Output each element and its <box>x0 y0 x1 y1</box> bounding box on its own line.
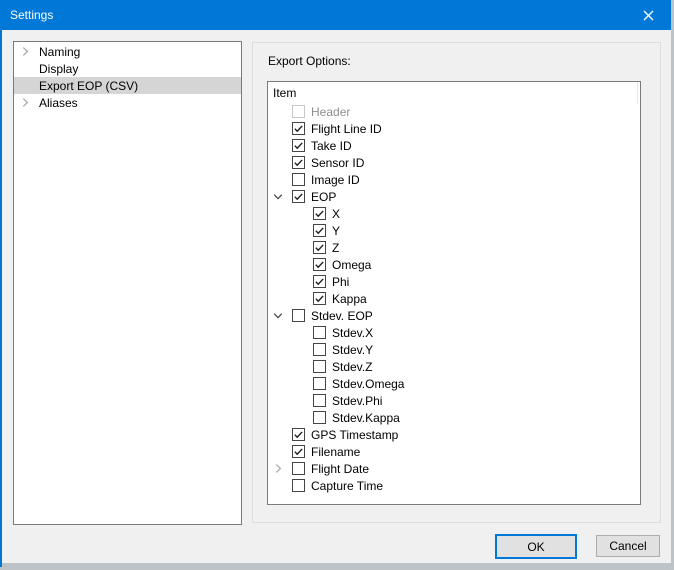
window-title: Settings <box>10 0 53 30</box>
item-tree: Header Flight Line ID Take ID Sensor ID Imag… <box>268 103 640 494</box>
item-label: Flight Line ID <box>311 122 382 136</box>
checkbox-unchecked[interactable] <box>313 411 326 424</box>
sidebar-item-aliases[interactable]: Aliases <box>14 94 241 111</box>
chevron-down-icon[interactable] <box>270 188 286 205</box>
checkbox-checked[interactable] <box>292 156 305 169</box>
checkbox-unchecked[interactable] <box>313 394 326 407</box>
item-label: Flight Date <box>311 462 369 476</box>
ok-button[interactable]: OK <box>495 534 577 559</box>
item-row-stdev-omega[interactable]: Stdev.Omega <box>268 375 640 392</box>
sidebar-item-label: Export EOP (CSV) <box>39 79 138 93</box>
checkbox-checked[interactable] <box>313 241 326 254</box>
item-row-take-id[interactable]: Take ID <box>268 137 640 154</box>
item-row-header: Header <box>268 103 640 120</box>
item-label: Kappa <box>332 292 367 306</box>
settings-nav-list: Naming Display Export EOP (CSV) Aliases <box>14 43 241 111</box>
item-label: Stdev.Phi <box>332 394 382 408</box>
item-label: Header <box>311 105 350 119</box>
item-label: Stdev.Omega <box>332 377 404 391</box>
item-row-z[interactable]: Z <box>268 239 640 256</box>
item-row-phi[interactable]: Phi <box>268 273 640 290</box>
item-row-image-id[interactable]: Image ID <box>268 171 640 188</box>
item-label: Stdev.Kappa <box>332 411 400 425</box>
checkbox-unchecked[interactable] <box>313 377 326 390</box>
checkbox-checked[interactable] <box>292 190 305 203</box>
item-label: Image ID <box>311 173 360 187</box>
item-row-capture-time[interactable]: Capture Time <box>268 477 640 494</box>
export-options-group: Export Options: Item Header Flight Line I… <box>252 42 661 523</box>
item-row-sensor-id[interactable]: Sensor ID <box>268 154 640 171</box>
item-row-eop[interactable]: EOP <box>268 188 640 205</box>
item-label: EOP <box>311 190 336 204</box>
sidebar-item-display[interactable]: Display <box>14 60 241 77</box>
item-row-stdev-z[interactable]: Stdev.Z <box>268 358 640 375</box>
item-row-stdev-y[interactable]: Stdev.Y <box>268 341 640 358</box>
item-row-stdev-eop[interactable]: Stdev. EOP <box>268 307 640 324</box>
cancel-button[interactable]: Cancel <box>596 535 660 557</box>
item-label: X <box>332 207 340 221</box>
sidebar-item-export-eop-csv[interactable]: Export EOP (CSV) <box>14 77 241 94</box>
close-button[interactable] <box>626 0 671 30</box>
chevron-right-icon[interactable] <box>270 460 286 477</box>
checkbox-checked[interactable] <box>292 139 305 152</box>
item-label: Omega <box>332 258 371 272</box>
item-row-flight-line-id[interactable]: Flight Line ID <box>268 120 640 137</box>
title-bar[interactable]: Settings <box>0 0 671 30</box>
checkbox-checked[interactable] <box>313 224 326 237</box>
chevron-right-icon[interactable] <box>17 94 33 111</box>
checkbox-checked[interactable] <box>313 258 326 271</box>
checkbox-checked[interactable] <box>292 122 305 135</box>
item-row-omega[interactable]: Omega <box>268 256 640 273</box>
item-row-flight-date[interactable]: Flight Date <box>268 460 640 477</box>
item-row-stdev-phi[interactable]: Stdev.Phi <box>268 392 640 409</box>
checkbox-unchecked[interactable] <box>292 309 305 322</box>
close-icon <box>643 10 654 21</box>
item-column-header[interactable]: Item <box>273 86 296 100</box>
item-row-kappa[interactable]: Kappa <box>268 290 640 307</box>
item-label: Stdev.X <box>332 326 373 340</box>
item-row-x[interactable]: X <box>268 205 640 222</box>
checkbox-checked[interactable] <box>313 275 326 288</box>
export-options-label: Export Options: <box>268 54 351 68</box>
item-row-filename[interactable]: Filename <box>268 443 640 460</box>
checkbox-checked[interactable] <box>292 445 305 458</box>
item-label: Sensor ID <box>311 156 364 170</box>
item-label: Take ID <box>311 139 352 153</box>
sidebar-item-label: Display <box>39 62 78 76</box>
item-label: Stdev.Z <box>332 360 372 374</box>
chevron-down-icon[interactable] <box>270 307 286 324</box>
settings-nav-panel: Naming Display Export EOP (CSV) Aliases <box>13 41 242 525</box>
checkbox-unchecked[interactable] <box>313 343 326 356</box>
item-label: Z <box>332 241 339 255</box>
sidebar-item-label: Aliases <box>39 96 78 110</box>
checkbox-unchecked[interactable] <box>292 462 305 475</box>
item-label: Stdev.Y <box>332 343 373 357</box>
checkbox-unchecked[interactable] <box>292 173 305 186</box>
sidebar-item-naming[interactable]: Naming <box>14 43 241 60</box>
checkbox-checked[interactable] <box>292 428 305 441</box>
item-label: GPS Timestamp <box>311 428 398 442</box>
checkbox-unchecked[interactable] <box>313 326 326 339</box>
item-row-y[interactable]: Y <box>268 222 640 239</box>
sidebar-item-label: Naming <box>39 45 80 59</box>
item-row-stdev-kappa[interactable]: Stdev.Kappa <box>268 409 640 426</box>
item-label: Y <box>332 224 340 238</box>
checkbox-checked[interactable] <box>313 292 326 305</box>
item-label: Filename <box>311 445 360 459</box>
column-separator <box>637 82 638 104</box>
window-border-right <box>0 0 2 567</box>
item-label: Phi <box>332 275 349 289</box>
item-row-stdev-x[interactable]: Stdev.X <box>268 324 640 341</box>
checkbox-unchecked <box>292 105 305 118</box>
item-row-gps-timestamp[interactable]: GPS Timestamp <box>268 426 640 443</box>
item-label: Stdev. EOP <box>311 309 373 323</box>
chevron-right-icon[interactable] <box>17 43 33 60</box>
checkbox-unchecked[interactable] <box>313 360 326 373</box>
item-label: Capture Time <box>311 479 383 493</box>
checkbox-checked[interactable] <box>313 207 326 220</box>
checkbox-unchecked[interactable] <box>292 479 305 492</box>
item-tree-box: Item Header Flight Line ID Take ID Sensor I… <box>267 81 641 505</box>
